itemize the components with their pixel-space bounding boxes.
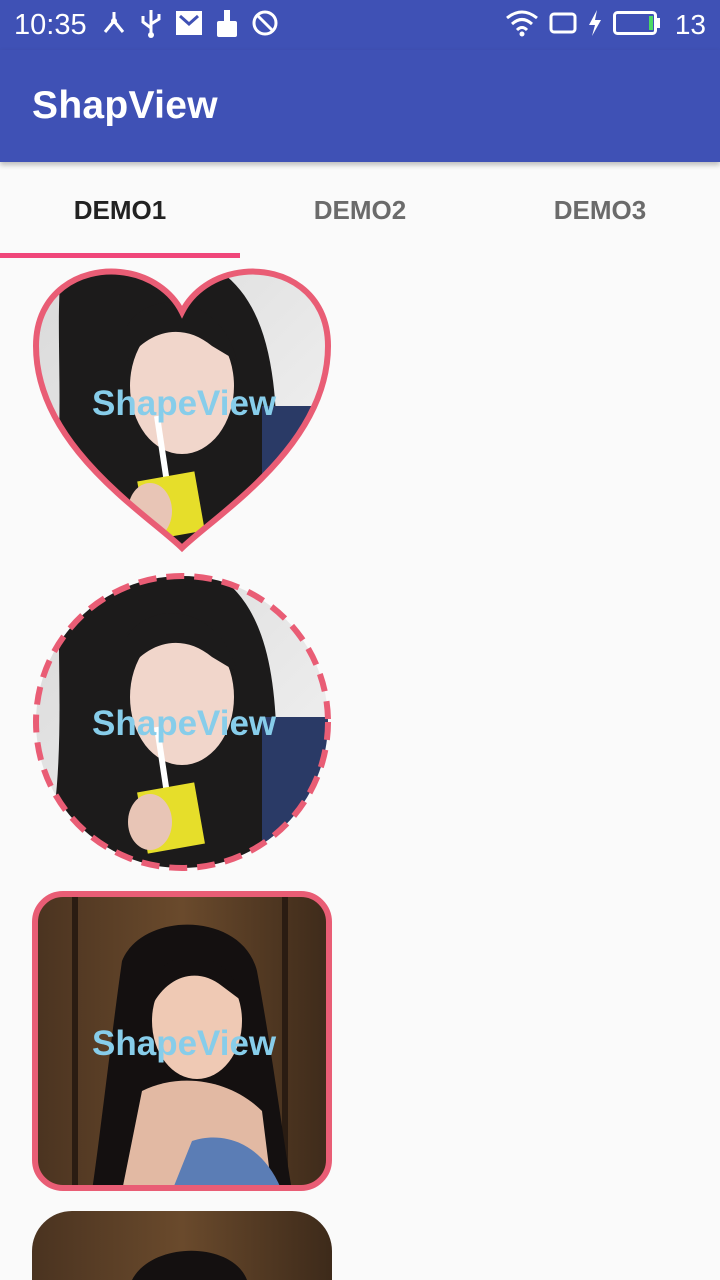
app-title: ShapView <box>32 84 218 127</box>
tab-bar: DEMO1 DEMO2 DEMO3 <box>0 162 720 258</box>
tab-demo3[interactable]: DEMO3 <box>480 162 720 258</box>
tab-demo2[interactable]: DEMO2 <box>240 162 480 258</box>
notification-icons <box>101 8 279 43</box>
charging-icon <box>587 9 603 42</box>
block-icon <box>251 9 279 42</box>
partial-shape-image[interactable] <box>32 1211 332 1280</box>
rounded-rect-shape-image[interactable] <box>32 891 332 1191</box>
wifi-icon <box>505 9 539 42</box>
tab-demo1[interactable]: DEMO1 <box>0 162 240 258</box>
heart-shape-image[interactable] <box>32 266 332 556</box>
usb-icon <box>139 8 163 43</box>
battery-level: 13 <box>674 9 706 40</box>
battery-icon <box>612 10 661 41</box>
app-bar: ShapView <box>0 50 720 162</box>
system-icons: 13 <box>505 9 706 42</box>
circle-shape-image[interactable] <box>32 572 332 872</box>
status-bar: 10:35 13 <box>0 0 720 50</box>
screen-rotate-icon <box>549 11 577 40</box>
photo-girl-portrait <box>35 894 329 1188</box>
photo-girl-portrait-2 <box>32 1211 332 1280</box>
usb-share-icon <box>101 10 127 41</box>
status-time: 10:35 <box>14 8 87 41</box>
mail-icon <box>175 10 203 41</box>
cleaner-icon <box>215 9 239 42</box>
